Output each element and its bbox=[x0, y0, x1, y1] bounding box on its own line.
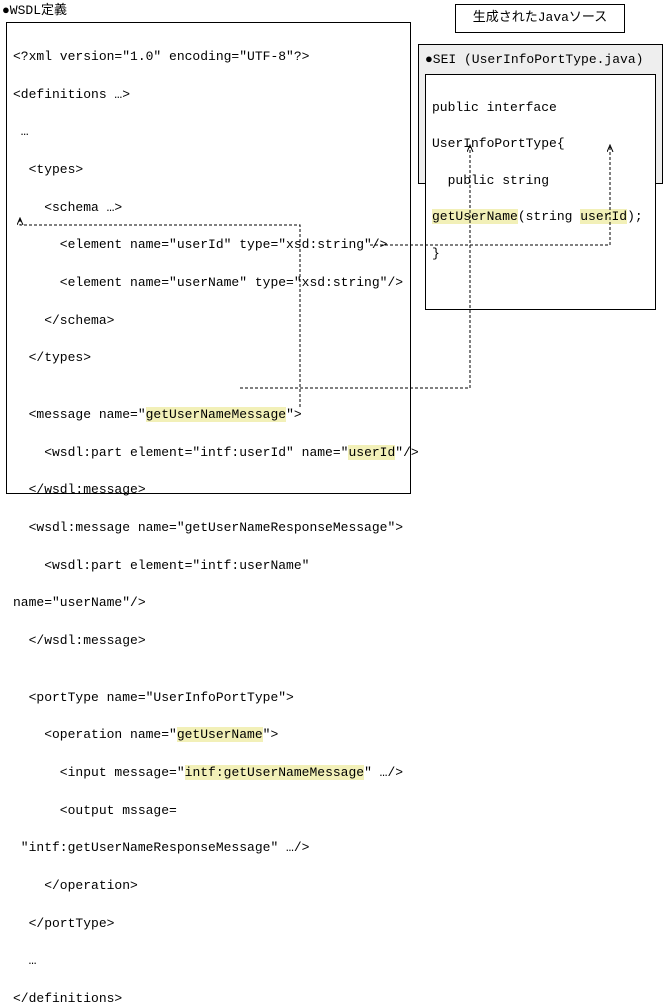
wsdl-line: <operation name="getUserName"> bbox=[13, 726, 406, 745]
wsdl-line: <?xml version="1.0" encoding="UTF-8"?> bbox=[13, 48, 406, 67]
generated-java-title: 生成されたJavaソース bbox=[473, 10, 608, 25]
highlight-param-name: userId bbox=[580, 209, 627, 224]
highlight-method-name: getUserName bbox=[432, 209, 518, 224]
java-code-box: public interface UserInfoPortType{ publi… bbox=[425, 74, 656, 310]
wsdl-line: <input message="intf:getUserNameMessage"… bbox=[13, 764, 406, 783]
wsdl-line: </portType> bbox=[13, 915, 406, 934]
text: "/> bbox=[395, 445, 418, 460]
wsdl-title: ●WSDL定義 bbox=[2, 2, 67, 21]
highlight-message-name: getUserNameMessage bbox=[146, 407, 286, 422]
wsdl-line: </definitions> bbox=[13, 990, 406, 1006]
wsdl-line: "intf:getUserNameResponseMessage" …/> bbox=[13, 839, 406, 858]
wsdl-line: <message name="getUserNameMessage"> bbox=[13, 406, 406, 425]
wsdl-line: </wsdl:message> bbox=[13, 632, 406, 651]
highlight-part-name: userId bbox=[348, 445, 395, 460]
wsdl-line: <wsdl:message name="getUserNameResponseM… bbox=[13, 519, 406, 538]
wsdl-line: <element name="userName" type="xsd:strin… bbox=[13, 274, 406, 293]
sei-title: ●SEI (UserInfoPortType.java) bbox=[425, 51, 656, 70]
wsdl-line: <portType name="UserInfoPortType"> bbox=[13, 689, 406, 708]
wsdl-line: <types> bbox=[13, 161, 406, 180]
wsdl-definition-box: <?xml version="1.0" encoding="UTF-8"?> <… bbox=[6, 22, 411, 494]
generated-java-title-box: 生成されたJavaソース bbox=[455, 4, 625, 33]
text: <message name=" bbox=[13, 407, 146, 422]
text: <operation name=" bbox=[13, 727, 177, 742]
text: " …/> bbox=[364, 765, 403, 780]
text: ); bbox=[627, 209, 643, 224]
text: <input message=" bbox=[13, 765, 185, 780]
highlight-input-message: intf:getUserNameMessage bbox=[185, 765, 364, 780]
wsdl-line: </schema> bbox=[13, 312, 406, 331]
wsdl-line: name="userName"/> bbox=[13, 594, 406, 613]
wsdl-line: </wsdl:message> bbox=[13, 481, 406, 500]
wsdl-line: <element name="userId" type="xsd:string"… bbox=[13, 236, 406, 255]
wsdl-line: <definitions …> bbox=[13, 86, 406, 105]
wsdl-line: </operation> bbox=[13, 877, 406, 896]
highlight-operation-name: getUserName bbox=[177, 727, 263, 742]
text: (string bbox=[518, 209, 580, 224]
java-line: public string bbox=[432, 172, 649, 190]
wsdl-line: … bbox=[13, 952, 406, 971]
wsdl-line: <schema …> bbox=[13, 199, 406, 218]
text: "> bbox=[286, 407, 302, 422]
generated-java-box: ●SEI (UserInfoPortType.java) public inte… bbox=[418, 44, 663, 184]
wsdl-line: </types> bbox=[13, 349, 406, 368]
wsdl-line: <wsdl:part element="intf:userId" name="u… bbox=[13, 444, 406, 463]
java-line: } bbox=[432, 245, 649, 263]
wsdl-line: <output mssage= bbox=[13, 802, 406, 821]
text: <wsdl:part element="intf:userId" name=" bbox=[13, 445, 348, 460]
java-line: getUserName(string userId); bbox=[432, 208, 649, 226]
wsdl-line: … bbox=[13, 123, 406, 142]
text: "> bbox=[263, 727, 279, 742]
java-line: UserInfoPortType{ bbox=[432, 135, 649, 153]
java-line: public interface bbox=[432, 99, 649, 117]
wsdl-line: <wsdl:part element="intf:userName" bbox=[13, 557, 406, 576]
